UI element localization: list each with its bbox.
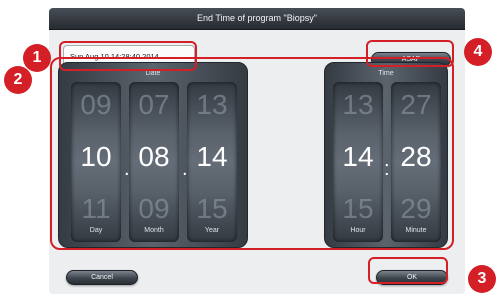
callout-badge-3: 3: [468, 265, 496, 293]
dialog-title: End Time of program "Biopsy": [197, 13, 317, 23]
callout-ring-3: [368, 257, 448, 284]
callout-badge-2: 2: [4, 66, 32, 94]
dialog-titlebar: End Time of program "Biopsy": [49, 8, 465, 30]
callout-badge-4: 4: [464, 38, 492, 66]
callout-ring-2: [50, 57, 454, 250]
callout-badge-1: 1: [23, 44, 51, 72]
callout-ring-4: [366, 40, 454, 67]
cancel-button[interactable]: Cancel: [66, 270, 138, 285]
